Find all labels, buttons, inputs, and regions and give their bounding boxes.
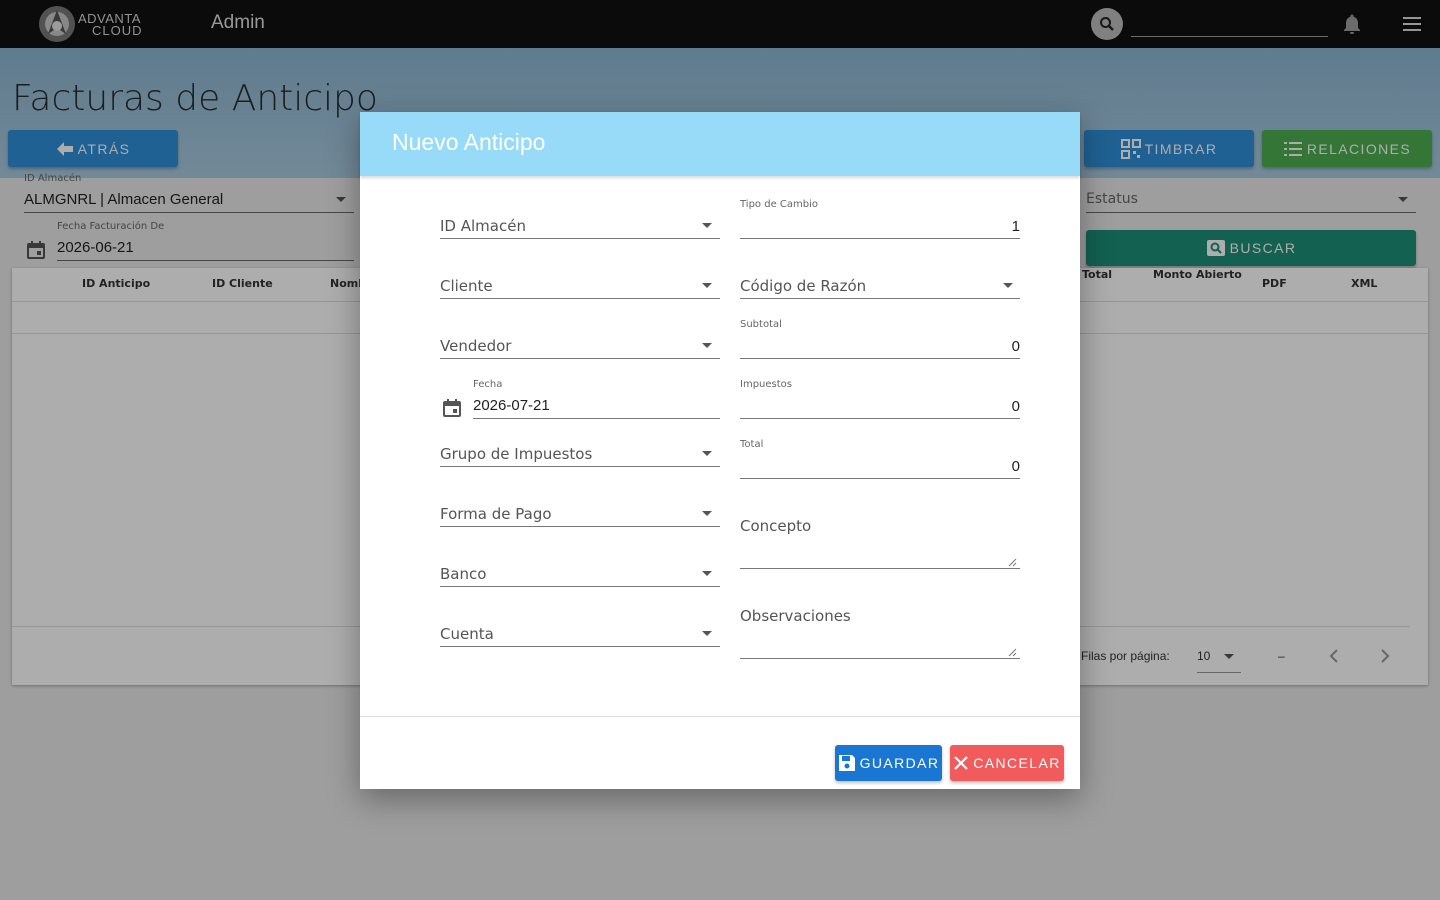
cuenta-caret-icon bbox=[702, 631, 712, 636]
grupo-impuestos-select[interactable]: Grupo de Impuestos bbox=[440, 445, 592, 463]
codigo-razon-caret-icon bbox=[1003, 283, 1013, 288]
concepto-textarea[interactable]: Concepto bbox=[740, 517, 811, 535]
close-icon bbox=[954, 756, 969, 770]
save-button[interactable]: GUARDAR bbox=[835, 745, 942, 781]
fecha-input[interactable]: 2026-07-21 bbox=[473, 397, 550, 414]
forma-pago-caret-icon bbox=[702, 511, 712, 516]
observaciones-underline bbox=[740, 658, 1020, 659]
cancel-button-label: CANCELAR bbox=[973, 755, 1061, 771]
cliente-caret-icon bbox=[702, 283, 712, 288]
subtotal-input[interactable]: 0 bbox=[740, 338, 1020, 355]
tipo-cambio-input[interactable]: 1 bbox=[740, 218, 1020, 235]
cuenta-select[interactable]: Cuenta bbox=[440, 625, 494, 643]
impuestos-label: Impuestos bbox=[740, 379, 792, 390]
cuenta-underline bbox=[440, 646, 720, 647]
codigo-razon-underline bbox=[740, 298, 1020, 299]
concepto-underline bbox=[740, 568, 1020, 569]
banco-select[interactable]: Banco bbox=[440, 565, 486, 583]
almacen-underline bbox=[440, 238, 720, 239]
vendedor-select[interactable]: Vendedor bbox=[440, 337, 511, 355]
dialog-footer-divider bbox=[360, 716, 1080, 717]
observaciones-textarea[interactable]: Observaciones bbox=[740, 607, 851, 625]
fecha-underline bbox=[473, 418, 720, 419]
banco-underline bbox=[440, 586, 720, 587]
codigo-razon-select[interactable]: Código de Razón bbox=[740, 277, 866, 295]
forma-pago-underline bbox=[440, 526, 720, 527]
subtotal-underline bbox=[740, 358, 1020, 359]
calendar-icon[interactable] bbox=[442, 398, 462, 418]
cliente-underline bbox=[440, 298, 720, 299]
tipo-cambio-underline bbox=[740, 238, 1020, 239]
forma-pago-select[interactable]: Forma de Pago bbox=[440, 505, 552, 523]
vendedor-underline bbox=[440, 358, 720, 359]
grupo-impuestos-caret-icon bbox=[702, 451, 712, 456]
fecha-label: Fecha bbox=[473, 379, 503, 390]
cliente-select[interactable]: Cliente bbox=[440, 277, 493, 295]
floppy-disk-icon bbox=[838, 755, 855, 771]
almacen-caret-icon bbox=[702, 223, 712, 228]
total-label: Total bbox=[740, 439, 764, 450]
cancel-button[interactable]: CANCELAR bbox=[950, 745, 1064, 781]
impuestos-underline bbox=[740, 418, 1020, 419]
impuestos-input[interactable]: 0 bbox=[740, 398, 1020, 415]
almacen-select[interactable]: ID Almacén bbox=[440, 217, 526, 235]
resize-handle-icon[interactable] bbox=[1008, 558, 1017, 567]
total-underline bbox=[740, 478, 1020, 479]
resize-handle-icon[interactable] bbox=[1008, 648, 1017, 657]
grupo-impuestos-underline bbox=[440, 466, 720, 467]
subtotal-label: Subtotal bbox=[740, 319, 782, 330]
save-button-label: GUARDAR bbox=[859, 755, 940, 771]
dialog-title: Nuevo Anticipo bbox=[392, 129, 546, 155]
total-input[interactable]: 0 bbox=[740, 458, 1020, 475]
nuevo-anticipo-dialog: Nuevo Anticipo ID Almacén Cliente Vended… bbox=[360, 112, 1080, 789]
tipo-cambio-label: Tipo de Cambio bbox=[740, 199, 818, 210]
vendedor-caret-icon bbox=[702, 343, 712, 348]
banco-caret-icon bbox=[702, 571, 712, 576]
